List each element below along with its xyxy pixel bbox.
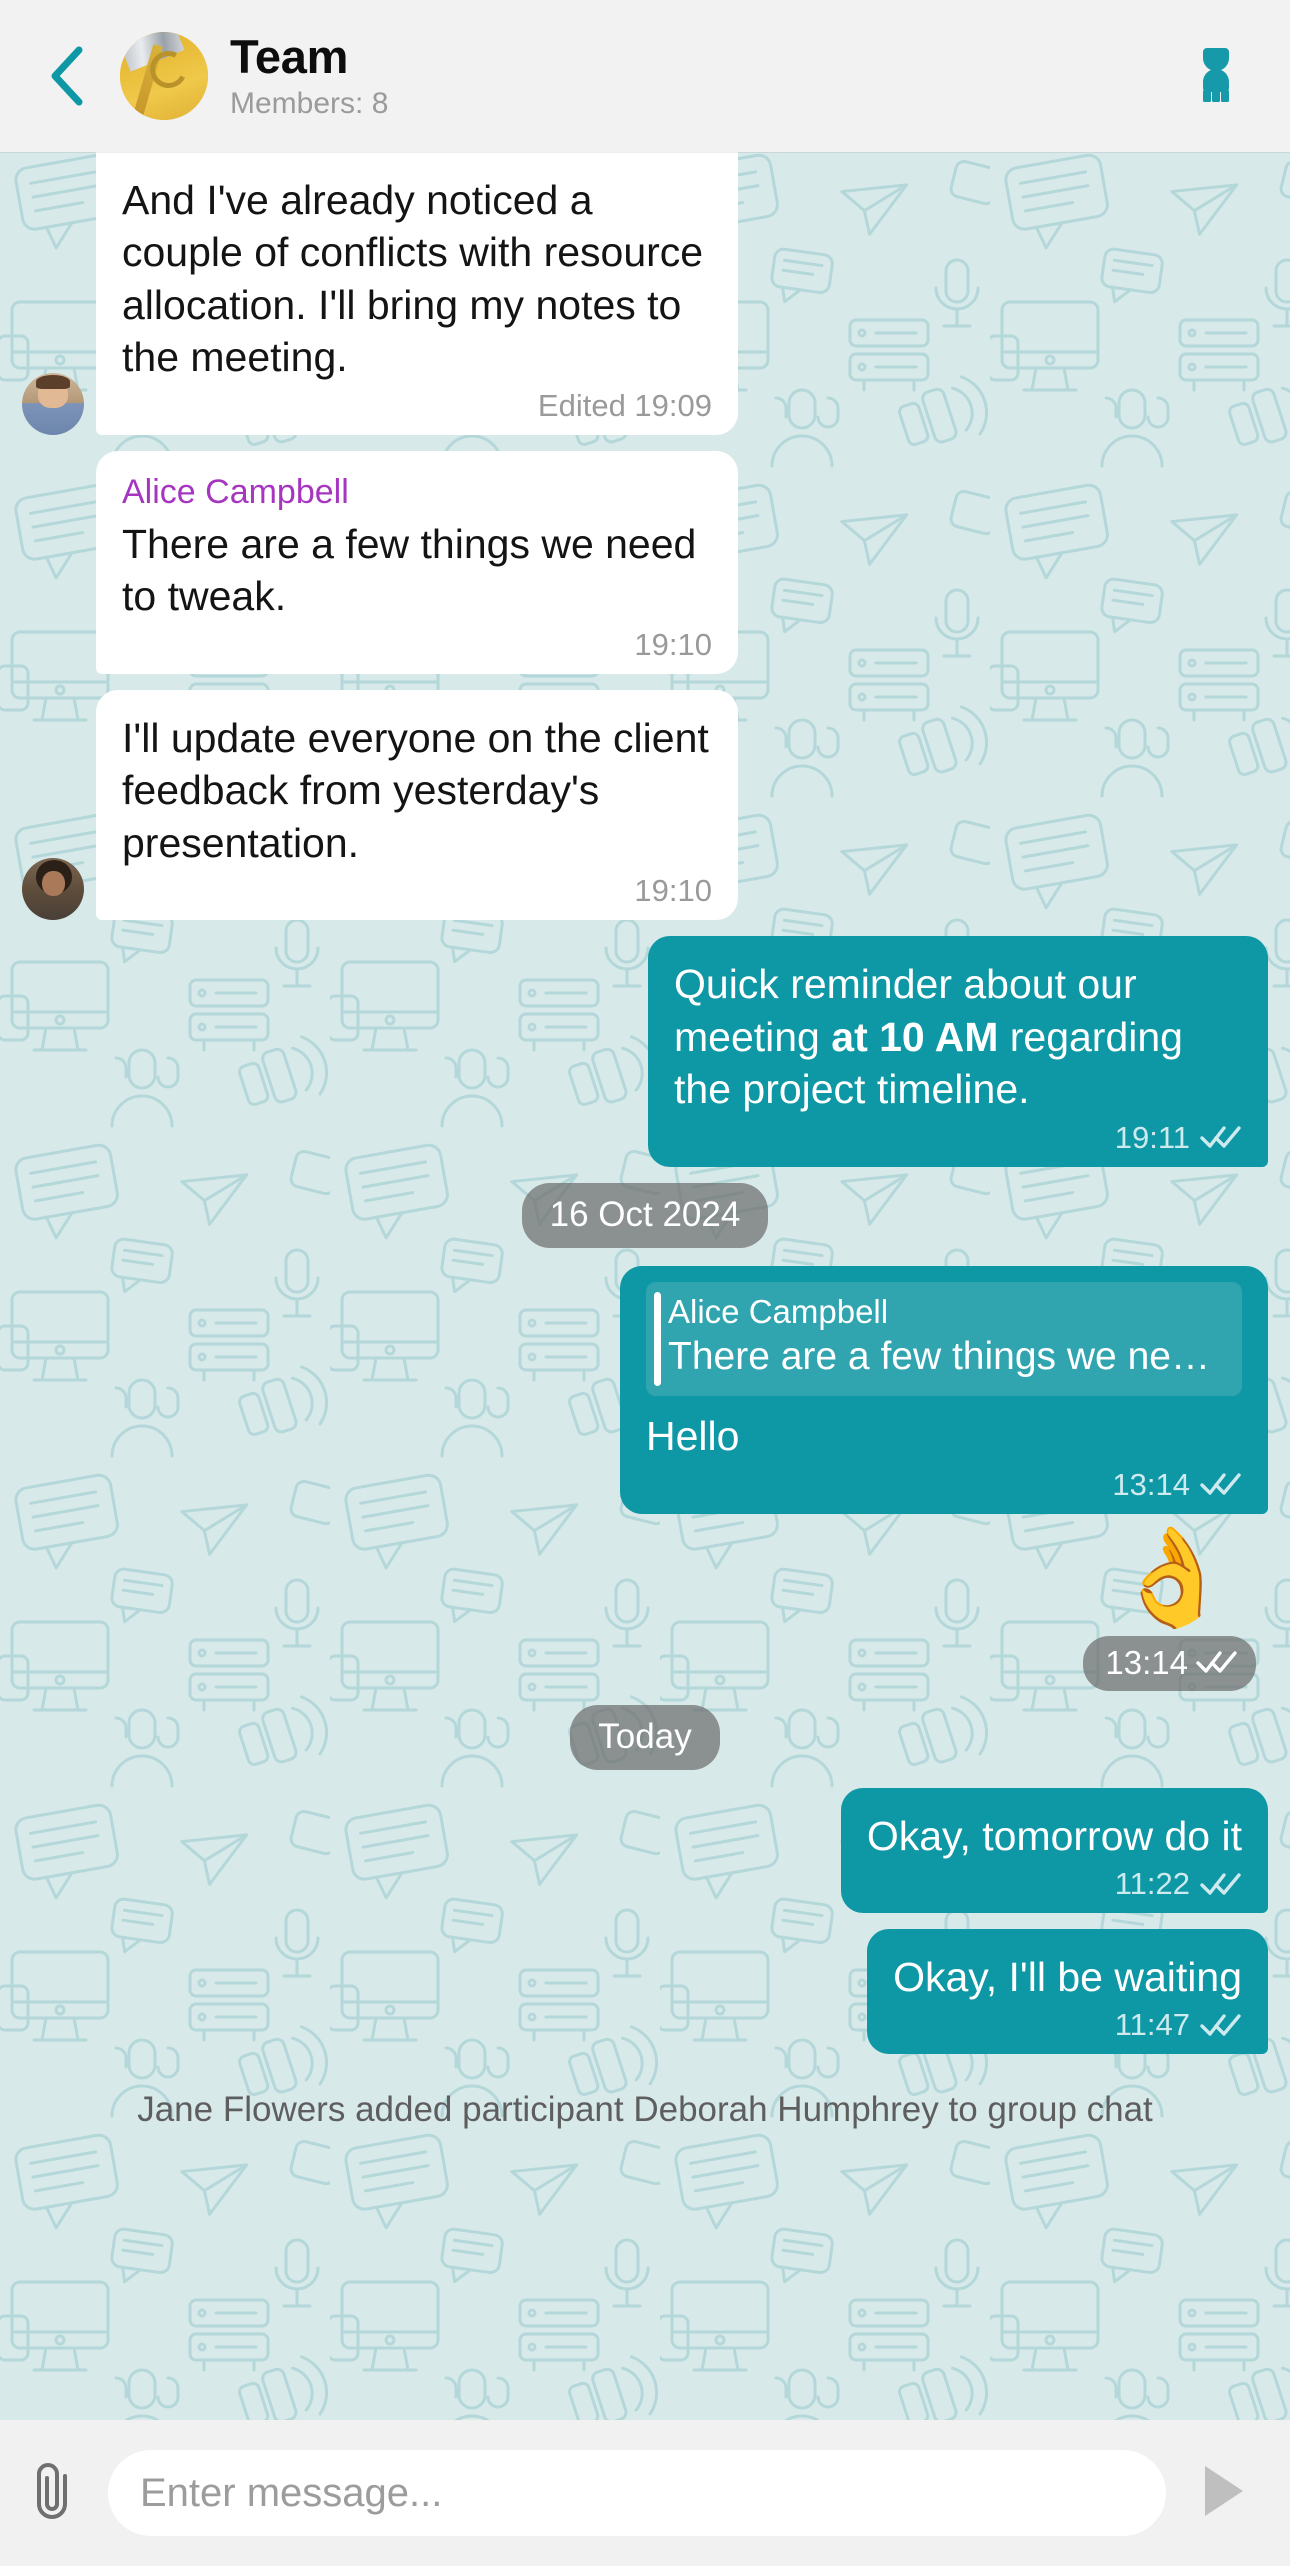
message-bubble-outgoing-reply[interactable]: Alice Campbell There are a few things we… — [620, 1265, 1268, 1514]
message-input[interactable] — [108, 2450, 1166, 2536]
message-row[interactable]: Okay, tomorrow do it 11:22 — [22, 1787, 1268, 1913]
paperclip-icon — [31, 2460, 81, 2527]
message-bubble-incoming[interactable]: I'll update everyone on the client feedb… — [96, 689, 738, 921]
avatar[interactable] — [22, 372, 84, 435]
date-divider-label: 16 Oct 2024 — [521, 1182, 769, 1248]
message-bubble-outgoing[interactable]: Quick reminder about our meeting at 10 A… — [648, 936, 1268, 1167]
avatar[interactable] — [22, 858, 84, 921]
read-receipt-icon — [1200, 1124, 1242, 1150]
message-bubble-incoming[interactable]: And I've already noticed a couple of con… — [96, 152, 738, 435]
message-text: Quick reminder about our meeting at 10 A… — [674, 958, 1242, 1115]
message-text: And I've already noticed a couple of con… — [122, 177, 704, 381]
read-receipt-icon — [1200, 1871, 1242, 1897]
message-time: 11:22 — [1114, 1866, 1190, 1901]
group-avatar[interactable] — [120, 32, 208, 120]
message-text: Okay, I'll be waiting — [893, 1954, 1242, 2000]
message-row[interactable]: Okay, I'll be waiting 11:47 — [22, 1929, 1268, 2055]
message-text: There are a few things we need to tweak. — [122, 520, 697, 620]
message-row[interactable]: I'll update everyone on the client feedb… — [22, 689, 1268, 921]
message-meta: 13:14 — [646, 1469, 1242, 1500]
message-time: 13:14 — [1112, 1466, 1190, 1502]
message-text: Okay, tomorrow do it — [866, 1812, 1242, 1859]
message-bubble-outgoing[interactable]: Okay, I'll be waiting 11:47 — [867, 1929, 1268, 2055]
chevron-left-icon — [45, 44, 89, 108]
sticker-message-row[interactable]: 👌 13:14 — [22, 1529, 1268, 1691]
composer-bar — [0, 2420, 1290, 2566]
message-time: 19:10 — [634, 626, 712, 662]
message-bubble-incoming[interactable]: Alice Campbell There are a few things we… — [96, 450, 738, 674]
send-button[interactable] — [1180, 2451, 1264, 2535]
message-list[interactable]: And I've already noticed a couple of con… — [0, 152, 1290, 2420]
read-receipt-icon — [1200, 1471, 1242, 1497]
reply-quote[interactable]: Alice Campbell There are a few things we… — [646, 1281, 1242, 1397]
read-receipt-icon — [1196, 1649, 1238, 1675]
message-bubble-outgoing[interactable]: Okay, tomorrow do it 11:22 — [840, 1787, 1268, 1913]
messages-container: And I've already noticed a couple of con… — [0, 152, 1290, 2420]
message-row[interactable]: Quick reminder about our meeting at 10 A… — [22, 936, 1268, 1167]
message-meta: 11:22 — [867, 1868, 1242, 1899]
chat-header: Team Members: 8 — [0, 0, 1290, 152]
message-meta: 19:10 — [122, 875, 712, 906]
message-meta: 11:47 — [893, 2009, 1242, 2040]
message-time: 13:14 — [1105, 1643, 1188, 1681]
message-row[interactable]: And I've already noticed a couple of con… — [22, 152, 1268, 435]
members-count: Members: 8 — [230, 87, 389, 121]
date-divider-label: Today — [570, 1704, 720, 1770]
date-divider: 16 Oct 2024 — [22, 1182, 1268, 1248]
message-meta: 19:11 — [674, 1122, 1242, 1153]
message-time: Edited 19:09 — [537, 387, 712, 423]
chat-screen: Team Members: 8 And I've already noticed… — [0, 0, 1290, 2566]
message-sender-name: Alice Campbell — [122, 472, 349, 511]
message-meta: 19:10 — [122, 629, 712, 660]
ok-hand-emoji[interactable]: 👌 — [1112, 1529, 1232, 1626]
page-title: Team — [230, 30, 349, 84]
group-members-icon — [1186, 44, 1246, 109]
message-meta: Edited 19:09 — [122, 390, 712, 421]
message-row[interactable]: Alice Campbell There are a few things we… — [22, 450, 1268, 674]
system-notice: Jane Flowers added participant Deborah H… — [137, 2090, 1153, 2130]
message-text-bold: at 10 AM — [831, 1013, 999, 1060]
send-arrow-icon — [1189, 2458, 1255, 2529]
sticker-meta: 13:14 — [1083, 1635, 1256, 1691]
group-members-button[interactable] — [1176, 36, 1256, 116]
reply-quote-sender: Alice Campbell — [668, 1292, 889, 1330]
message-text: Hello — [646, 1413, 740, 1460]
message-row[interactable]: Alice Campbell There are a few things we… — [22, 1265, 1268, 1514]
read-receipt-icon — [1200, 2012, 1242, 2038]
message-time: 19:11 — [1114, 1119, 1190, 1155]
date-divider: Today — [22, 1704, 1268, 1770]
header-text-block[interactable]: Team Members: 8 — [230, 32, 1176, 120]
message-time: 11:47 — [1114, 2007, 1190, 2043]
message-time: 19:10 — [634, 873, 712, 909]
back-button[interactable] — [28, 37, 106, 115]
message-text: I'll update everyone on the client feedb… — [122, 714, 709, 866]
attach-button[interactable] — [18, 2455, 94, 2531]
reply-quote-text: There are a few things we need to tw… — [668, 1335, 1226, 1379]
